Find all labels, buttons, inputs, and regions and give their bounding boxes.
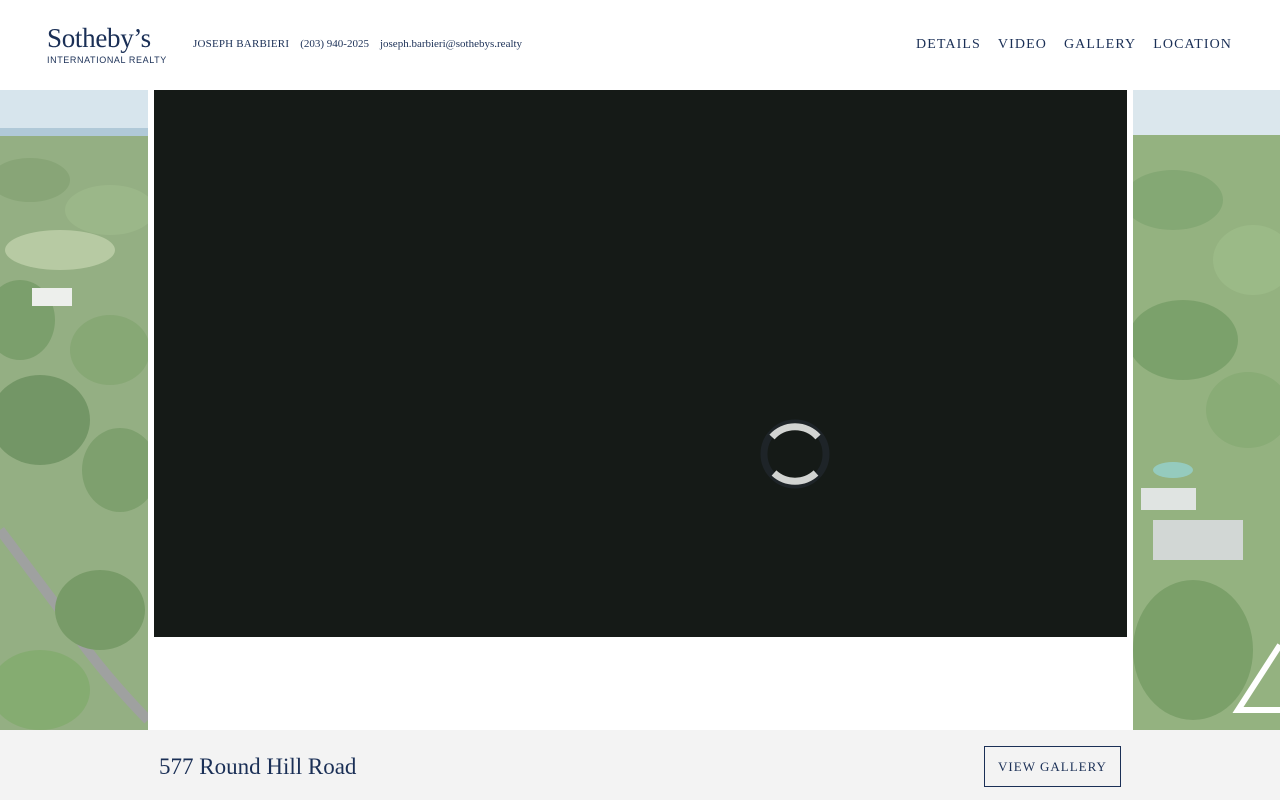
- site-header: Sotheby’s INTERNATIONAL REALTY JOSEPH BA…: [0, 0, 1280, 90]
- sothebys-logo[interactable]: Sotheby’s INTERNATIONAL REALTY: [47, 24, 167, 68]
- logo-wordmark: Sotheby’s: [47, 23, 151, 53]
- nav-location[interactable]: LOCATION: [1153, 36, 1232, 54]
- logo-subtitle: INTERNATIONAL REALTY: [47, 55, 167, 65]
- video-bottom-spacer: [148, 637, 1133, 730]
- aerial-photo-left-overlay: [0, 90, 148, 730]
- video-player[interactable]: [154, 90, 1127, 637]
- nav-details[interactable]: DETAILS: [916, 36, 981, 54]
- main-nav: DETAILS VIDEO GALLERY LOCATION: [916, 36, 1232, 54]
- aerial-photo-right-overlay: [1133, 90, 1280, 730]
- view-gallery-button[interactable]: VIEW GALLERY: [984, 746, 1121, 787]
- loading-spinner-icon: [760, 419, 830, 489]
- aerial-photo-right[interactable]: [1133, 90, 1280, 730]
- property-address: 577 Round Hill Road: [159, 754, 357, 779]
- agent-name: JOSEPH BARBIERI: [193, 38, 290, 50]
- agent-contact: JOSEPH BARBIERI (203) 940-2025 joseph.ba…: [193, 38, 522, 50]
- aerial-photo-left[interactable]: [0, 90, 148, 730]
- agent-phone[interactable]: (203) 940-2025: [300, 38, 369, 50]
- nav-gallery[interactable]: GALLERY: [1064, 36, 1136, 54]
- property-footer-bar: 577 Round Hill Road VIEW GALLERY: [0, 730, 1280, 800]
- agent-email[interactable]: joseph.barbieri@sothebys.realty: [380, 38, 522, 50]
- nav-video[interactable]: VIDEO: [998, 36, 1047, 54]
